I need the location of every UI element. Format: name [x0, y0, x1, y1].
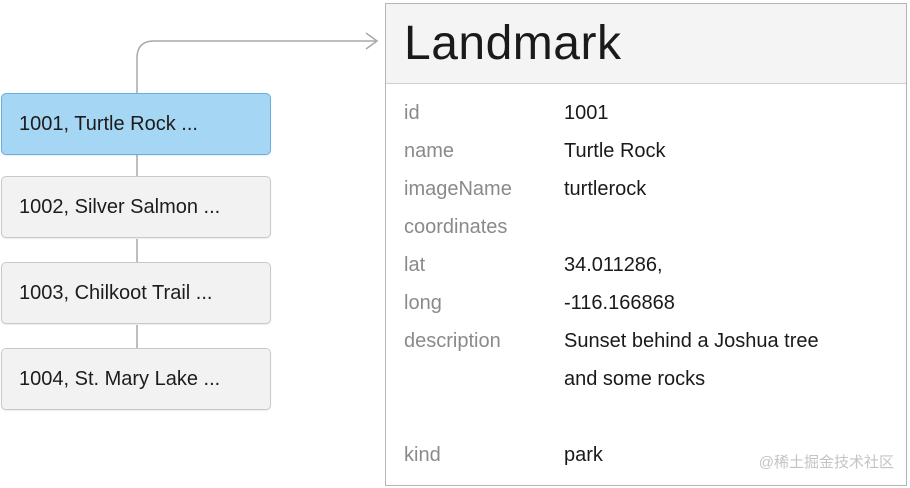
field-key-kind: kind: [404, 444, 441, 466]
field-value-lat: 34.011286,: [564, 254, 663, 276]
field-value-name: Turtle Rock: [564, 140, 666, 162]
field-value-description-cont: and some rocks: [564, 368, 706, 390]
field-value-imagename: turtlerock: [564, 178, 647, 200]
list-item-1003[interactable]: 1003, Chilkoot Trail ...: [1, 262, 271, 324]
field-key-coordinates: coordinates: [404, 216, 508, 238]
field-key-lat: lat: [404, 254, 426, 276]
watermark: @稀土掘金技术社区: [758, 454, 894, 471]
list-item-label: 1002, Silver Salmon ...: [19, 195, 221, 218]
field-value-description: Sunset behind a Joshua tree: [564, 330, 819, 352]
field-key-id: id: [404, 102, 420, 124]
landmark-detail-panel: Landmark id 1001 name Turtle Rock imageN…: [385, 3, 907, 486]
list-item-label: 1003, Chilkoot Trail ...: [19, 281, 213, 304]
field-key-description: description: [404, 330, 501, 352]
list-item-1001[interactable]: 1001, Turtle Rock ...: [1, 93, 271, 155]
list-item-label: 1004, St. Mary Lake ...: [19, 367, 221, 390]
list-item-label: 1001, Turtle Rock ...: [19, 112, 198, 135]
detail-header: Landmark: [386, 4, 906, 84]
field-key-name: name: [404, 140, 455, 162]
field-key-imagename: imageName: [404, 178, 512, 200]
arrow-to-detail: [136, 40, 377, 93]
list-item-1002[interactable]: 1002, Silver Salmon ...: [1, 176, 271, 238]
field-value-id: 1001: [564, 102, 609, 124]
field-key-long: long: [404, 292, 442, 314]
field-value-kind: park: [564, 444, 603, 466]
list-item-1004[interactable]: 1004, St. Mary Lake ...: [1, 348, 271, 410]
field-value-long: -116.166868: [564, 292, 675, 314]
detail-title: Landmark: [404, 17, 622, 70]
